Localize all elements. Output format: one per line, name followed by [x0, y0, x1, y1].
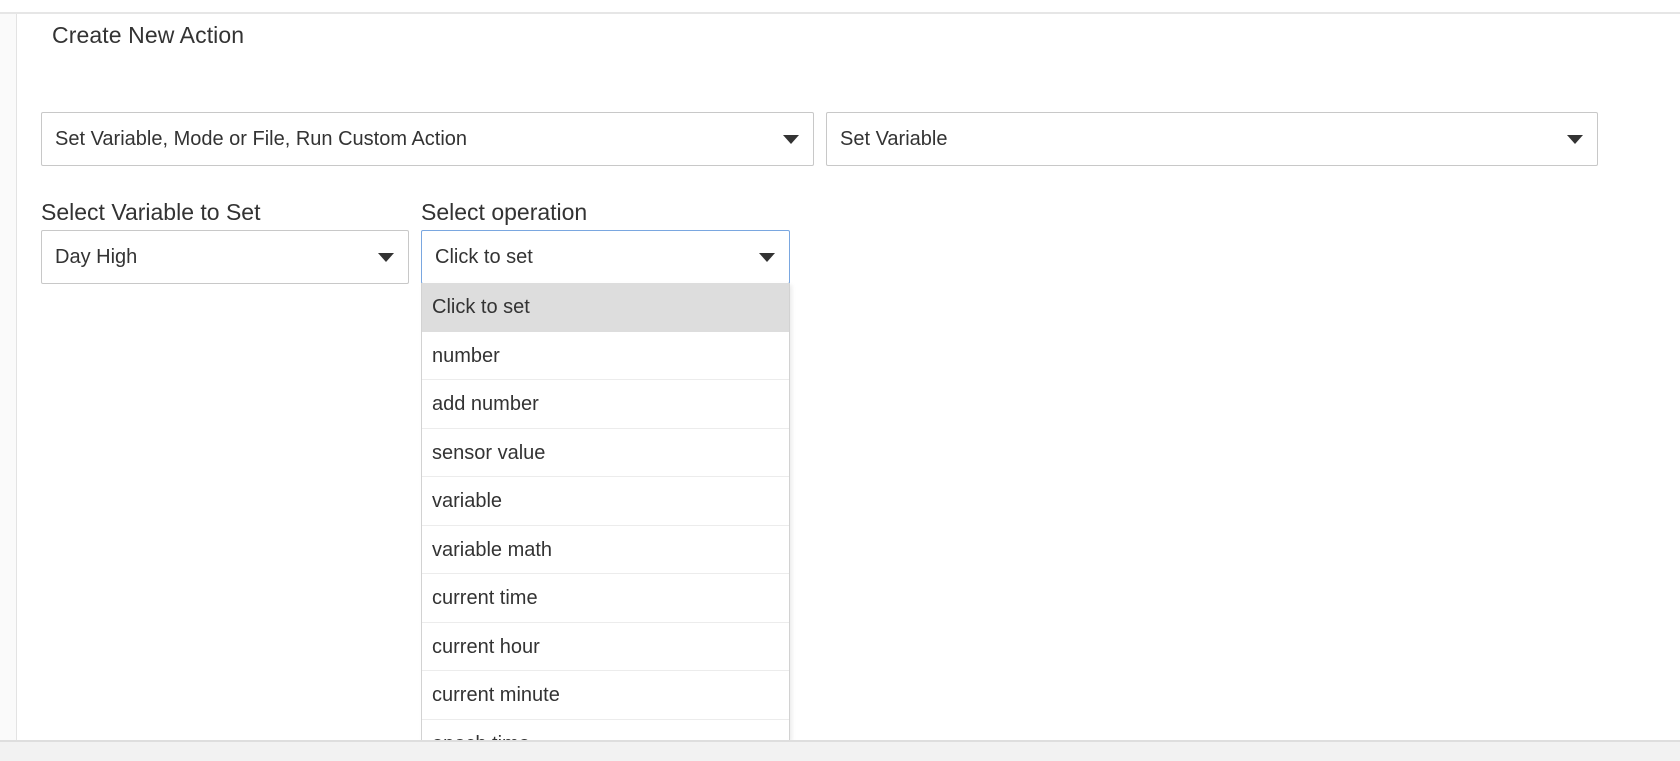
dropdown-option-variable-math[interactable]: variable math: [422, 526, 789, 574]
variable-field-label: Select Variable to Set: [41, 199, 261, 225]
caret-down-icon: [783, 134, 799, 144]
dropdown-option-sensor-value[interactable]: sensor value: [422, 429, 789, 477]
dropdown-option-current-hour[interactable]: current hour: [422, 623, 789, 671]
dropdown-option-click-to-set[interactable]: Click to set: [422, 283, 789, 332]
bottom-bar: [0, 740, 1680, 761]
operation-select[interactable]: Click to set: [421, 230, 790, 284]
action-type-value: Set Variable: [840, 127, 948, 150]
card-title: Create New Action: [52, 22, 245, 48]
caret-down-icon: [378, 252, 394, 262]
operation-dropdown-list[interactable]: Click to set number add number sensor va…: [421, 283, 790, 740]
dropdown-option-current-time[interactable]: current time: [422, 574, 789, 623]
action-type-select[interactable]: Set Variable: [826, 112, 1598, 166]
caret-down-icon: [1567, 134, 1583, 144]
top-divider: [0, 12, 1680, 14]
operation-field-label: Select operation: [421, 199, 588, 225]
operation-select-value: Click to set: [435, 245, 533, 268]
dropdown-option-current-minute[interactable]: current minute: [422, 671, 789, 720]
dropdown-option-number[interactable]: number: [422, 332, 789, 380]
dropdown-option-epoch-time[interactable]: epoch time: [422, 720, 789, 741]
left-divider: [16, 14, 17, 740]
variable-select[interactable]: Day High: [41, 230, 409, 284]
caret-down-icon: [759, 252, 775, 262]
dropdown-option-variable[interactable]: variable: [422, 477, 789, 526]
variable-select-value: Day High: [55, 245, 138, 268]
dropdown-option-add-number[interactable]: add number: [422, 380, 789, 429]
left-gutter: [0, 14, 16, 740]
action-category-select[interactable]: Set Variable, Mode or File, Run Custom A…: [41, 112, 814, 166]
app-frame: Create New Action Set Variable, Mode or …: [0, 0, 1680, 761]
action-category-value: Set Variable, Mode or File, Run Custom A…: [55, 127, 468, 150]
